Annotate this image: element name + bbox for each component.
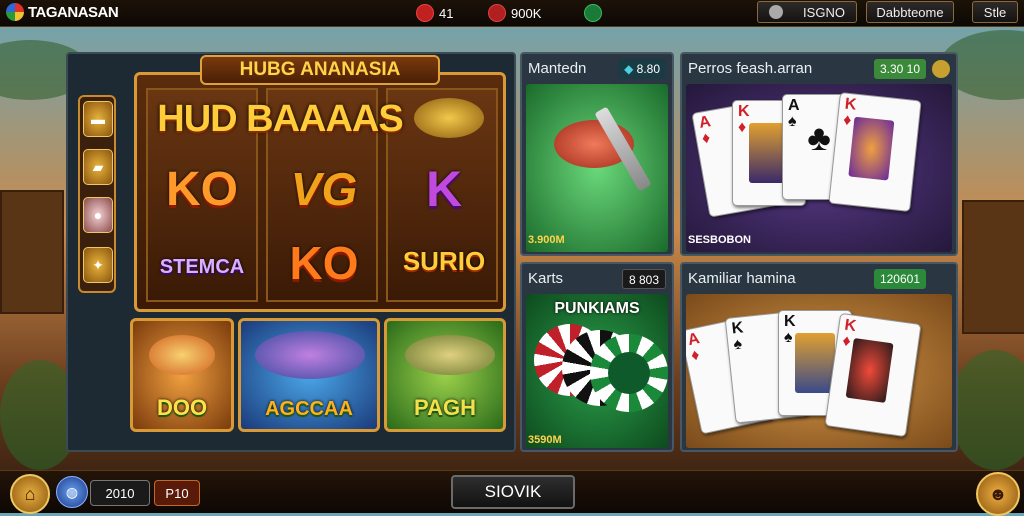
top-bar: TAGANASAN 41 900K ISGNO Dabbteome Stle xyxy=(0,0,1024,27)
dashboard-button-label: Dabbteome xyxy=(876,4,944,20)
fish-icon xyxy=(255,331,365,379)
game-tile-mantedn[interactable]: Mantedn ◆ 8.80 3.900M xyxy=(520,52,674,256)
tile-badge: 120601 xyxy=(873,269,926,289)
game-tile-perros[interactable]: Perros feash.arran 3.30 10 A ♦ K ♦ A ♠ ♣ K ♦… xyxy=(680,52,958,256)
profile-button[interactable]: ☻ xyxy=(976,472,1020,516)
tile-footer: 3590M xyxy=(528,434,562,446)
fish-icon xyxy=(405,335,495,375)
playing-card: K ♦ xyxy=(824,312,922,438)
gold-bar-icon-2[interactable]: ▰ xyxy=(83,149,113,185)
fish-game-card-3[interactable]: PAGH xyxy=(384,318,506,432)
fish-game-label: AGCCAA xyxy=(265,398,353,420)
clock-icon xyxy=(769,5,784,19)
fish-game-label: PAGH xyxy=(414,395,476,420)
coin-icon xyxy=(932,60,950,78)
tile-art xyxy=(526,84,668,252)
reel-symbol: KO xyxy=(289,237,359,289)
tile-footer: SESBOBON xyxy=(688,234,751,246)
tile-art-label: PUNKIAMS xyxy=(554,300,640,317)
gem-icon: ◆ xyxy=(624,62,634,76)
fish-game-card-1[interactable]: DOO xyxy=(130,318,234,432)
tile-title: Mantedn xyxy=(528,60,587,77)
counter-box-1: 2010 xyxy=(90,480,150,506)
style-button[interactable]: Stle xyxy=(972,1,1018,23)
avatar-icon: ☻ xyxy=(988,483,1008,504)
reel-symbol: K xyxy=(425,161,463,217)
stat-coins-value: 900K xyxy=(511,5,542,21)
tile-art: A ♦ K ♠ K ♠ K ♦ xyxy=(686,294,952,448)
app-logo[interactable]: TAGANASAN xyxy=(6,3,119,21)
style-button-label: Stle xyxy=(983,4,1007,20)
tile-footer: 3.900M xyxy=(528,234,565,246)
app-title: TAGANASAN xyxy=(28,3,119,21)
slot-banner: HUBG ANANASIA xyxy=(200,55,440,85)
stat-lives: 41 xyxy=(416,4,453,22)
shield-icon xyxy=(488,4,506,22)
gem-icon xyxy=(584,4,602,22)
stat-lives-value: 41 xyxy=(439,5,454,21)
tile-badge-value: 8.80 xyxy=(636,62,660,76)
tile-title: Kamiliar hamina xyxy=(688,270,796,287)
reel-symbol: VG xyxy=(290,163,358,215)
gold-bar-icon[interactable]: ▬ xyxy=(83,101,113,137)
reel-symbol: KO xyxy=(166,163,238,216)
counter-box-2: P10 xyxy=(154,480,200,506)
home-icon: ⌂ xyxy=(24,483,36,504)
reel-symbol: STEMCA xyxy=(159,256,245,278)
fish-icon xyxy=(149,335,215,375)
gold-coins-icon[interactable]: ✦ xyxy=(83,247,113,283)
fish-game-card-2[interactable]: AGCCAA xyxy=(238,318,380,432)
settings-button[interactable]: ISGNO xyxy=(757,1,857,23)
tile-art: A ♦ K ♦ A ♠ ♣ K ♦ xyxy=(686,84,952,252)
bowl-icon xyxy=(414,98,484,138)
playing-card: K ♦ xyxy=(828,92,922,212)
dashboard-button[interactable]: Dabbteome xyxy=(866,1,954,23)
logo-icon xyxy=(6,3,24,21)
stat-coins: 900K xyxy=(488,4,541,22)
center-action-button[interactable]: SIOVIK xyxy=(451,475,575,509)
poker-chip xyxy=(590,334,668,412)
game-tile-karts[interactable]: Karts 8 803 PUNKIAMS 3590M xyxy=(520,262,674,452)
tile-art: PUNKIAMS xyxy=(526,294,668,448)
tile-title: Perros feash.arran xyxy=(688,60,813,77)
heart-icon xyxy=(416,4,434,22)
reel-symbol: SURIO xyxy=(402,246,486,276)
settings-button-label: ISGNO xyxy=(803,4,845,20)
tile-badge: 8 803 xyxy=(621,269,666,289)
fish-game-label: DOO xyxy=(156,395,208,420)
home-button[interactable]: ⌂ xyxy=(10,474,50,514)
side-toolbar: ▬ ▰ ● ✦ xyxy=(78,95,116,293)
tile-title: Karts xyxy=(528,270,564,287)
stat-gems[interactable] xyxy=(584,4,602,22)
tile-badge: 3.30 10 xyxy=(873,59,926,79)
globe-button[interactable]: ◍ xyxy=(56,476,88,508)
fish-icon[interactable]: ● xyxy=(83,197,113,233)
game-tile-kamiliar[interactable]: Kamiliar hamina 120601 A ♦ K ♠ K ♠ K ♦ xyxy=(680,262,958,452)
slot-headline: HUD BAAAAS xyxy=(157,98,403,140)
globe-icon: ◍ xyxy=(65,483,79,500)
tile-badge: ◆ 8.80 xyxy=(618,59,666,79)
